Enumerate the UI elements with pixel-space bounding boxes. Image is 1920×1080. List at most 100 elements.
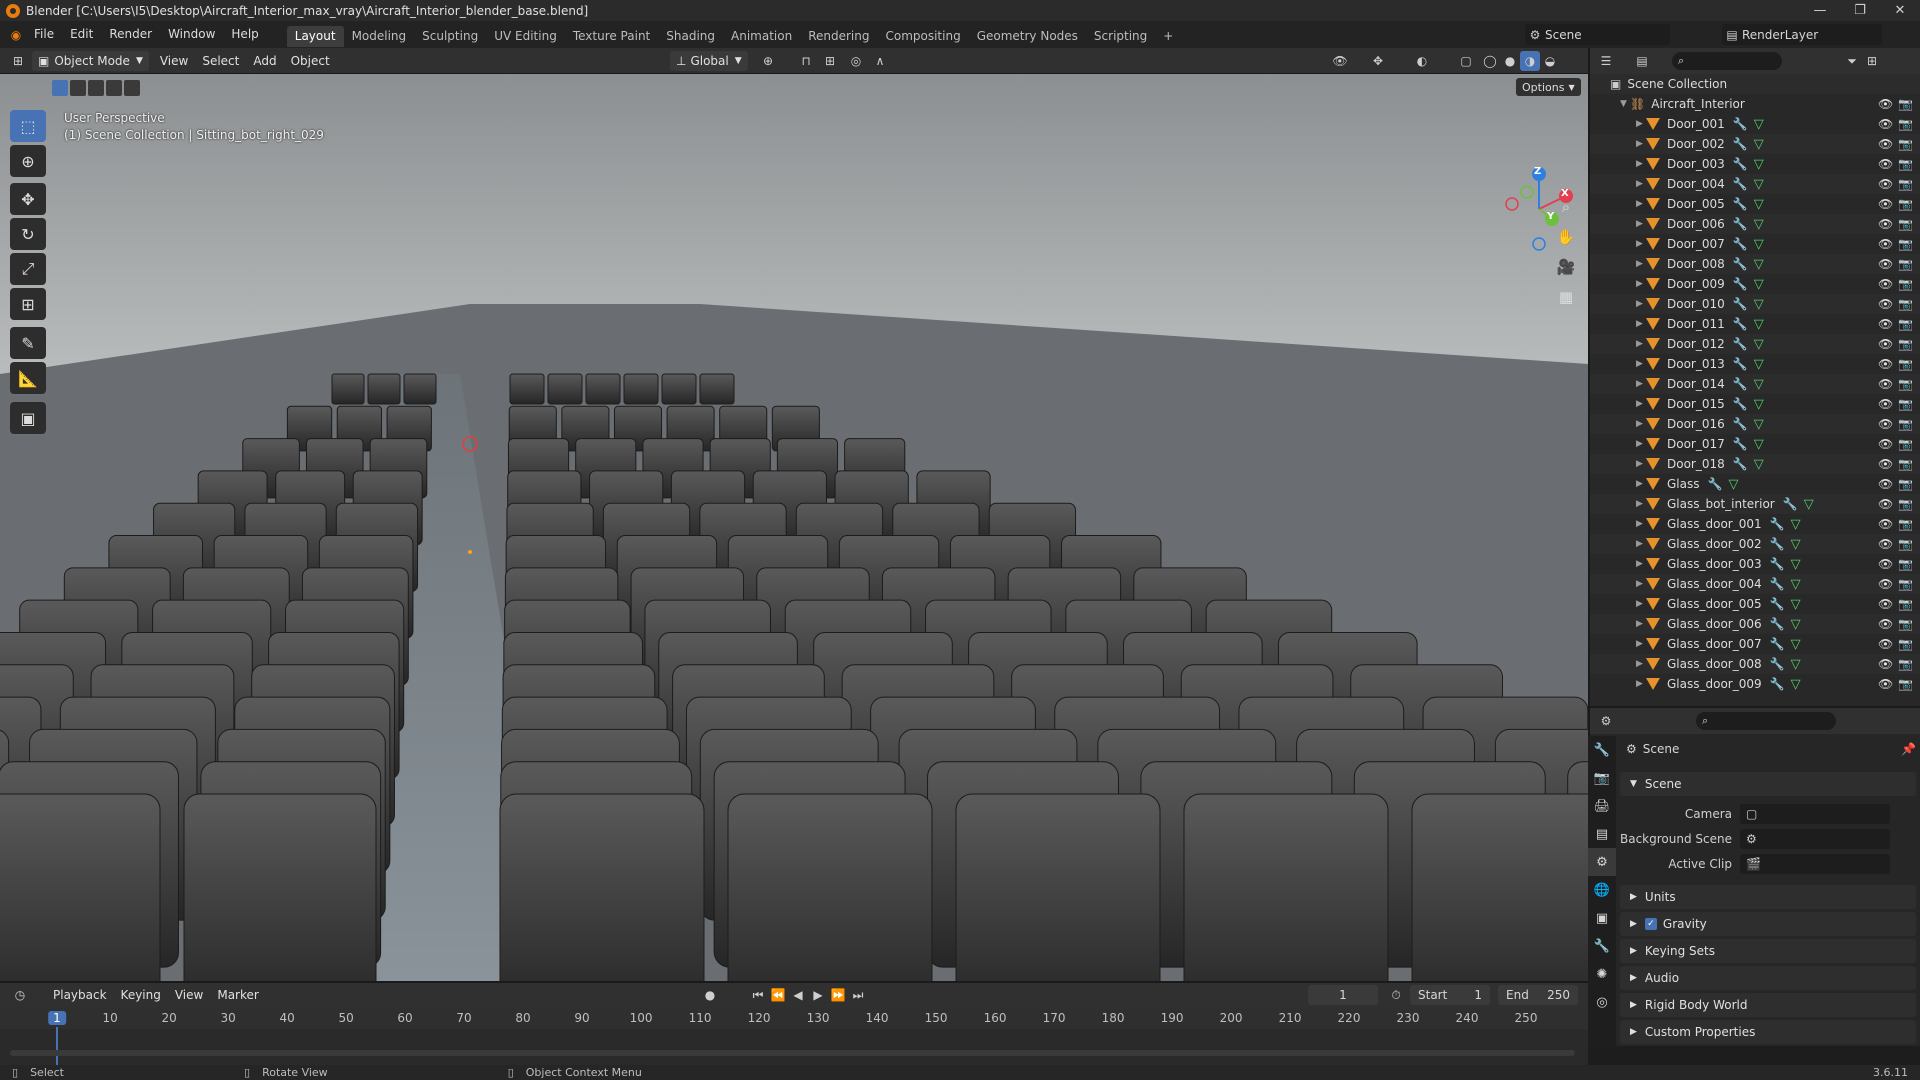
chevron-right-icon[interactable]: ▶ <box>1636 399 1646 409</box>
render-camera-icon[interactable]: 📷 <box>1898 157 1913 171</box>
render-camera-icon[interactable]: 📷 <box>1898 117 1913 131</box>
zoom-icon[interactable]: ⌕ <box>1551 194 1581 220</box>
outliner-item[interactable]: ▶ Door_001 🔧 ▽ 👁 📷 <box>1590 114 1920 134</box>
mesh-data-icon[interactable]: ▽ <box>1791 637 1801 652</box>
modifier-wrench-icon[interactable]: 🔧 <box>1733 217 1748 231</box>
jump-end-icon[interactable]: ⏭ <box>848 985 868 1005</box>
modifier-wrench-icon[interactable]: 🔧 <box>1733 437 1748 451</box>
modifier-wrench-icon[interactable]: 🔧 <box>1733 237 1748 251</box>
mesh-data-icon[interactable]: ▽ <box>1754 157 1764 172</box>
render-camera-icon[interactable]: 📷 <box>1898 377 1913 391</box>
render-camera-icon[interactable]: 📷 <box>1898 177 1913 191</box>
outliner-item[interactable]: ▶ Door_007 🔧 ▽ 👁 📷 <box>1590 234 1920 254</box>
select-extend-icon[interactable] <box>70 80 86 96</box>
eye-icon[interactable]: 👁 <box>1878 357 1893 371</box>
eye-icon[interactable]: 👁 <box>1878 477 1893 491</box>
outliner-item[interactable]: ▶ Glass_door_009 🔧 ▽ 👁 📷 <box>1590 674 1920 694</box>
select-box-tool[interactable]: ⬚ <box>10 110 46 142</box>
snap-target-icon[interactable]: ⊞ <box>820 51 840 71</box>
gizmo-toggle-icon[interactable]: ✥ <box>1368 51 1388 71</box>
render-camera-icon[interactable]: 📷 <box>1898 597 1913 611</box>
snap-icon[interactable]: ⊓ <box>796 51 816 71</box>
chevron-right-icon[interactable]: ▶ <box>1636 519 1646 529</box>
chevron-right-icon[interactable]: ▶ <box>1636 199 1646 209</box>
render-camera-icon[interactable]: 📷 <box>1898 457 1913 471</box>
mesh-data-icon[interactable]: ▽ <box>1754 317 1764 332</box>
close-button[interactable]: ✕ <box>1880 0 1920 21</box>
eye-icon[interactable]: 👁 <box>1878 257 1893 271</box>
end-frame-field[interactable]: End 250 <box>1498 985 1578 1005</box>
render-camera-icon[interactable]: 📷 <box>1898 237 1913 251</box>
transform-tool[interactable]: ⊞ <box>10 288 46 320</box>
material-shading-icon[interactable]: ◑ <box>1520 51 1540 71</box>
tab-geometry-nodes[interactable]: Geometry Nodes <box>969 26 1086 47</box>
mesh-data-icon[interactable]: ▽ <box>1754 417 1764 432</box>
modifier-wrench-icon[interactable]: 🔧 <box>1733 417 1748 431</box>
mesh-data-icon[interactable]: ▽ <box>1754 217 1764 232</box>
modifier-wrench-icon[interactable]: 🔧 <box>1733 137 1748 151</box>
chevron-right-icon[interactable]: ▶ <box>1636 339 1646 349</box>
editor-type-icon[interactable]: ⊞ <box>8 51 28 71</box>
outliner-item[interactable]: ▶ Door_002 🔧 ▽ 👁 📷 <box>1590 134 1920 154</box>
chevron-right-icon[interactable]: ▶ <box>1636 419 1646 429</box>
tab-layout[interactable]: Layout <box>286 25 344 47</box>
modifier-wrench-icon[interactable]: 🔧 <box>1770 657 1785 671</box>
outliner-item[interactable]: ▶ Door_014 🔧 ▽ 👁 📷 <box>1590 374 1920 394</box>
menu-file[interactable]: File <box>26 21 62 48</box>
scene-panel-header[interactable]: ▼ Scene <box>1620 772 1916 796</box>
modifier-wrench-icon[interactable]: 🔧 <box>1733 397 1748 411</box>
ortho-grid-icon[interactable]: ▦ <box>1551 284 1581 310</box>
chevron-right-icon[interactable]: ▶ <box>1636 119 1646 129</box>
modifier-wrench-icon[interactable]: 🔧 <box>1770 597 1785 611</box>
chevron-right-icon[interactable]: ▶ <box>1636 319 1646 329</box>
mesh-data-icon[interactable]: ▽ <box>1754 457 1764 472</box>
units-panel-header[interactable]: ▶ Units <box>1620 885 1916 909</box>
mesh-data-icon[interactable]: ▽ <box>1791 557 1801 572</box>
chevron-right-icon[interactable]: ▶ <box>1636 499 1646 509</box>
chevron-right-icon[interactable]: ▶ <box>1636 379 1646 389</box>
modifier-wrench-icon[interactable]: 🔧 <box>1733 197 1748 211</box>
modifier-wrench-icon[interactable]: 🔧 <box>1733 357 1748 371</box>
mesh-data-icon[interactable]: ▽ <box>1791 577 1801 592</box>
modifier-wrench-icon[interactable]: 🔧 <box>1733 317 1748 331</box>
select-subtract-icon[interactable] <box>88 80 104 96</box>
outliner-item[interactable]: ▶ Door_009 🔧 ▽ 👁 📷 <box>1590 274 1920 294</box>
play-reverse-icon[interactable]: ◀ <box>788 985 808 1005</box>
eye-icon[interactable]: 👁 <box>1878 297 1893 311</box>
timeline-editor-icon[interactable]: ◷ <box>10 985 30 1005</box>
mesh-data-icon[interactable]: ▽ <box>1754 357 1764 372</box>
outliner-item[interactable]: ▶ Glass_bot_interior 🔧 ▽ 👁 📷 <box>1590 494 1920 514</box>
render-camera-icon[interactable]: 📷 <box>1898 317 1913 331</box>
eye-icon[interactable]: 👁 <box>1878 397 1893 411</box>
particles-tab-icon[interactable]: ✺ <box>1588 960 1616 988</box>
render-camera-icon[interactable]: 📷 <box>1898 617 1913 631</box>
render-camera-icon[interactable]: 📷 <box>1898 197 1913 211</box>
render-camera-icon[interactable]: 📷 <box>1898 257 1913 271</box>
mesh-data-icon[interactable]: ▽ <box>1754 437 1764 452</box>
minimize-button[interactable]: — <box>1800 0 1840 21</box>
render-camera-icon[interactable]: 📷 <box>1898 677 1913 691</box>
render-camera-icon[interactable]: 📷 <box>1898 357 1913 371</box>
modifier-wrench-icon[interactable]: 🔧 <box>1770 617 1785 631</box>
menu-edit[interactable]: Edit <box>62 21 101 48</box>
keying-sets-panel-header[interactable]: ▶ Keying Sets <box>1620 939 1916 963</box>
maximize-button[interactable]: ❐ <box>1840 0 1880 21</box>
mesh-data-icon[interactable]: ▽ <box>1754 197 1764 212</box>
modifier-wrench-icon[interactable]: 🔧 <box>1733 297 1748 311</box>
world-tab-icon[interactable]: 🌐 <box>1588 876 1616 904</box>
properties-editor-icon[interactable]: ⚙ <box>1596 711 1616 731</box>
eye-icon[interactable]: 👁 <box>1878 597 1893 611</box>
select-invert-icon[interactable] <box>106 80 122 96</box>
mesh-data-icon[interactable]: ▽ <box>1791 677 1801 692</box>
pin-icon[interactable]: 📌 <box>1901 742 1916 756</box>
chevron-right-icon[interactable]: ▶ <box>1636 139 1646 149</box>
outliner-item[interactable]: ▶ Door_015 🔧 ▽ 👁 📷 <box>1590 394 1920 414</box>
properties-search-input[interactable]: ⌕ <box>1696 712 1836 730</box>
modifier-wrench-icon[interactable]: 🔧 <box>1770 677 1785 691</box>
outliner-editor-icon[interactable]: ☰ <box>1596 51 1616 71</box>
current-frame-field[interactable]: 1 <box>1308 985 1378 1005</box>
mode-selector[interactable]: ▣ Object Mode ▼ <box>32 50 149 71</box>
eye-icon[interactable]: 👁 <box>1878 677 1893 691</box>
render-camera-icon[interactable]: 📷 <box>1898 437 1913 451</box>
chevron-right-icon[interactable]: ▶ <box>1636 679 1646 689</box>
